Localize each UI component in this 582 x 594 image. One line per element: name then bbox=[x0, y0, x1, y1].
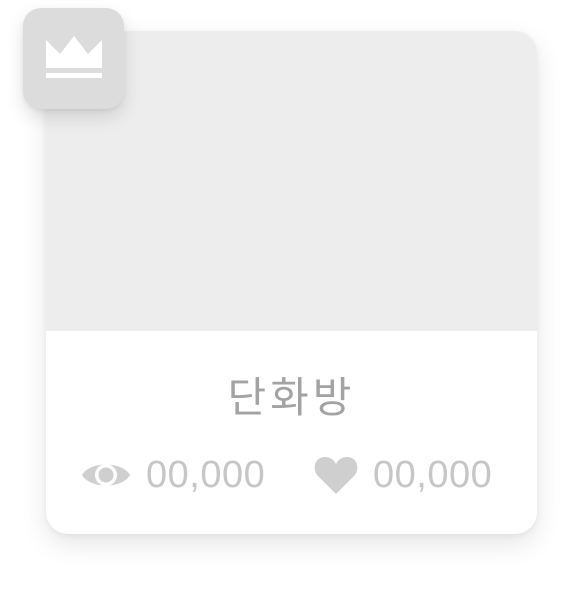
stage: 단화방 00,000 00,000 bbox=[0, 0, 582, 594]
like-count-value: 00,000 bbox=[373, 453, 493, 496]
view-count-value: 00,000 bbox=[146, 453, 266, 496]
view-count: 00,000 bbox=[80, 447, 265, 503]
chat-room-card[interactable]: 단화방 00,000 00,000 bbox=[46, 31, 537, 534]
stats-row: 00,000 00,000 bbox=[46, 447, 537, 503]
eye-icon bbox=[80, 455, 132, 495]
like-count: 00,000 bbox=[313, 447, 492, 503]
heart-icon bbox=[313, 454, 359, 496]
premium-badge bbox=[23, 8, 124, 109]
room-title: 단화방 bbox=[227, 373, 356, 422]
crown-icon bbox=[44, 32, 104, 86]
